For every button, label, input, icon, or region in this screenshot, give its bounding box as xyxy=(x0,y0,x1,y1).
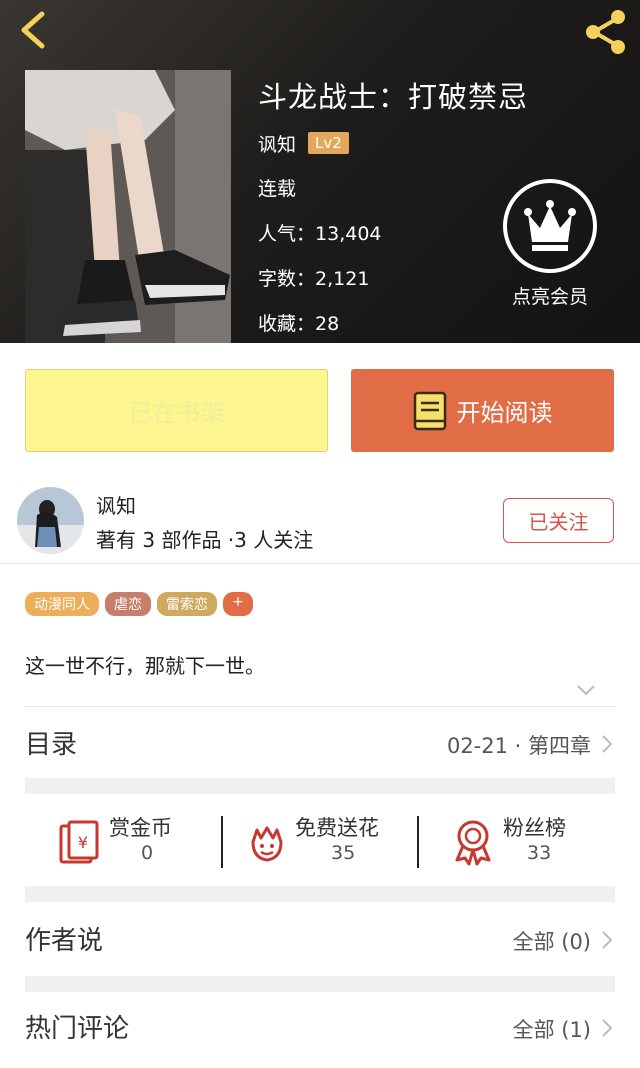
hot-comments-row[interactable]: 热门评论 全部 (1) xyxy=(25,998,615,1058)
vip-membership-button[interactable]: 点亮会员 xyxy=(500,178,600,308)
book-title: 斗龙战士：打破禁忌 xyxy=(258,80,529,114)
vip-label: 点亮会员 xyxy=(511,286,588,308)
popularity-label: 人气： xyxy=(258,223,316,245)
hot-comments-title: 热门评论 xyxy=(25,1014,130,1044)
author-name[interactable]: 讽知 xyxy=(258,130,296,157)
book-summary: 这一世不行，那就下一世。 xyxy=(25,654,265,678)
author-level-badge: Lv2 xyxy=(308,132,349,154)
tag-item[interactable]: 雷索恋 xyxy=(157,592,217,616)
flower-icon xyxy=(251,826,283,862)
catalog-latest-chapter: 02-21 · 第四章 xyxy=(446,734,591,758)
followed-label: 已关注 xyxy=(528,510,589,534)
fan-ranking-label: 粉丝榜 xyxy=(503,816,566,840)
word-count-stat: 字数：2,121 xyxy=(258,264,369,291)
crown-icon xyxy=(503,179,597,273)
free-flowers[interactable]: 免费送花 35 xyxy=(223,806,417,880)
book-status: 连载 xyxy=(258,178,297,200)
tag-list: 动漫同人 虐恋 雷索恋 + xyxy=(25,592,253,616)
book-header: 斗龙战士：打破禁忌 讽知 Lv2 连载 人气：13,404 字数：2,121 收… xyxy=(0,0,640,343)
author-line: 讽知 Lv2 xyxy=(258,128,349,158)
favorites-label: 收藏： xyxy=(258,313,316,335)
catalog-title: 目录 xyxy=(25,730,78,760)
favorites-stat: 收藏：28 xyxy=(258,309,339,336)
free-flowers-value: 35 xyxy=(331,842,356,864)
hot-comments-count: 全部 (1) xyxy=(512,1018,591,1042)
red-envelope-icon: ¥ xyxy=(59,820,99,864)
reward-coins-label: 赏金币 xyxy=(109,816,172,840)
section-gap xyxy=(25,778,615,794)
author-avatar[interactable] xyxy=(17,487,84,554)
back-button[interactable] xyxy=(14,8,54,52)
medal-icon xyxy=(455,820,491,866)
fan-ranking[interactable]: 粉丝榜 33 xyxy=(419,806,615,880)
back-arrow-icon xyxy=(21,11,45,49)
interaction-bar: ¥ 赏金币 0 免费送花 35 粉丝榜 33 xyxy=(25,806,615,880)
on-shelf-button[interactable]: 已在书架 xyxy=(25,369,328,452)
author-notes-title: 作者说 xyxy=(25,926,104,956)
chevron-right-icon xyxy=(602,735,613,753)
favorites-value: 28 xyxy=(315,313,340,335)
word-count-label: 字数： xyxy=(258,268,316,290)
section-gap xyxy=(25,976,615,992)
author-notes-count: 全部 (0) xyxy=(512,930,591,954)
book-icon xyxy=(413,391,446,430)
chevron-right-icon xyxy=(602,931,613,949)
svg-text:¥: ¥ xyxy=(78,833,88,852)
book-cover-image[interactable] xyxy=(25,70,231,343)
expand-summary-button[interactable] xyxy=(576,682,596,696)
author-notes-row[interactable]: 作者说 全部 (0) xyxy=(25,910,615,970)
followed-button[interactable]: 已关注 xyxy=(503,498,614,543)
catalog-row[interactable]: 目录 02-21 · 第四章 xyxy=(25,714,615,774)
chevron-right-icon xyxy=(602,1019,613,1037)
share-button[interactable] xyxy=(580,6,632,58)
author-card-stats: 著有 3 部作品 ·3 人关注 xyxy=(96,528,314,552)
reward-coins-value: 0 xyxy=(141,842,154,864)
author-card-name[interactable]: 讽知 xyxy=(96,490,136,519)
chevron-down-icon xyxy=(577,685,595,696)
start-reading-label: 开始阅读 xyxy=(456,399,553,427)
popularity-stat: 人气：13,404 xyxy=(258,219,382,246)
word-count-value: 2,121 xyxy=(315,268,370,290)
add-tag-button[interactable]: + xyxy=(223,592,253,616)
reward-coins[interactable]: ¥ 赏金币 0 xyxy=(25,806,220,880)
popularity-value: 13,404 xyxy=(315,223,382,245)
tag-item[interactable]: 动漫同人 xyxy=(25,592,99,616)
fan-ranking-value: 33 xyxy=(527,842,552,864)
start-reading-button[interactable]: 开始阅读 xyxy=(351,369,614,452)
share-icon xyxy=(586,10,625,54)
author-card: 讽知 著有 3 部作品 ·3 人关注 已关注 xyxy=(0,480,640,564)
section-gap xyxy=(25,886,615,902)
tag-item[interactable]: 虐恋 xyxy=(105,592,151,616)
divider xyxy=(25,706,615,707)
free-flowers-label: 免费送花 xyxy=(295,816,379,840)
on-shelf-label: 已在书架 xyxy=(128,399,225,427)
